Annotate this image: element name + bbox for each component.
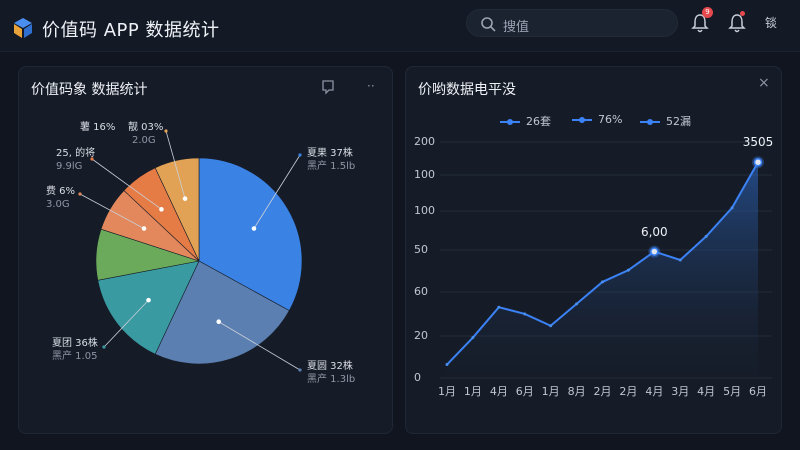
y-tick-label: 100 xyxy=(414,168,435,181)
legend-item-3[interactable]: 52漏 xyxy=(640,113,691,129)
x-tick-label: 3月 xyxy=(671,385,690,398)
x-tick-label: 1月 xyxy=(541,385,560,398)
legend-item-2[interactable]: 76% xyxy=(572,113,622,126)
pie-label-1: 夏果 37株 黑产 1.5lb xyxy=(307,148,356,172)
x-tick-label: 1月 xyxy=(438,385,456,398)
y-tick-label: 200 xyxy=(414,135,435,148)
x-tick-label: 8月 xyxy=(567,385,586,398)
alert-dot xyxy=(740,11,745,16)
y-tick-label: 60 xyxy=(414,285,428,298)
y-tick-label: 20 xyxy=(414,329,428,342)
app-logo-icon xyxy=(14,18,32,38)
panel-title: 价值码象 数据统计 xyxy=(31,82,148,98)
panel-title: 价哟数据电平没 xyxy=(418,82,516,98)
legend-item-1[interactable]: 26套 xyxy=(500,113,551,129)
x-tick-label: 1月 xyxy=(463,385,482,398)
x-tick-label: 4月 xyxy=(697,385,716,398)
comment-icon[interactable] xyxy=(321,79,335,95)
app-title: 价值码 APP 数据统计 xyxy=(42,20,220,41)
search-icon xyxy=(481,17,496,32)
more-icon[interactable]: ·· xyxy=(367,79,375,93)
pie-label-2: 夏圆 32株 黑产 1.3lb xyxy=(307,361,356,385)
pie-label-3: 夏团 36株 黑产 1.05 xyxy=(52,338,98,362)
x-tick-label: 2月 xyxy=(619,385,638,398)
pie-label-5: 费 6% 3.0G xyxy=(46,186,76,210)
x-tick-label: 4月 xyxy=(489,385,508,398)
pie-label-6: 25, 的将 9.9lG xyxy=(56,148,96,172)
data-label: 6,00 xyxy=(640,224,668,239)
user-menu[interactable]: 锬 xyxy=(765,14,777,31)
search-placeholder: 搜值 xyxy=(503,20,530,35)
y-tick-label: 100 xyxy=(414,204,435,217)
x-tick-label: 5月 xyxy=(723,385,742,398)
x-tick-label: 6月 xyxy=(749,385,767,398)
top-bar: 价值码 APP 数据统计 搜值 9 锬 xyxy=(0,0,800,52)
search-input[interactable]: 搜值 xyxy=(466,9,678,37)
notification-badge: 9 xyxy=(702,7,713,18)
legend-marker xyxy=(640,119,660,125)
legend-marker xyxy=(500,119,520,125)
x-tick-label: 4月 xyxy=(645,385,664,398)
data-label: 3505 xyxy=(742,135,774,150)
pie-label-extra: 靓 03% xyxy=(128,122,164,133)
legend-marker xyxy=(572,117,592,123)
x-tick-label: 2月 xyxy=(593,385,612,398)
close-icon[interactable]: × xyxy=(758,75,770,91)
x-tick-label: 6月 xyxy=(515,385,534,398)
y-tick-label: 50 xyxy=(414,243,428,256)
y-tick-label: 0 xyxy=(414,371,421,384)
